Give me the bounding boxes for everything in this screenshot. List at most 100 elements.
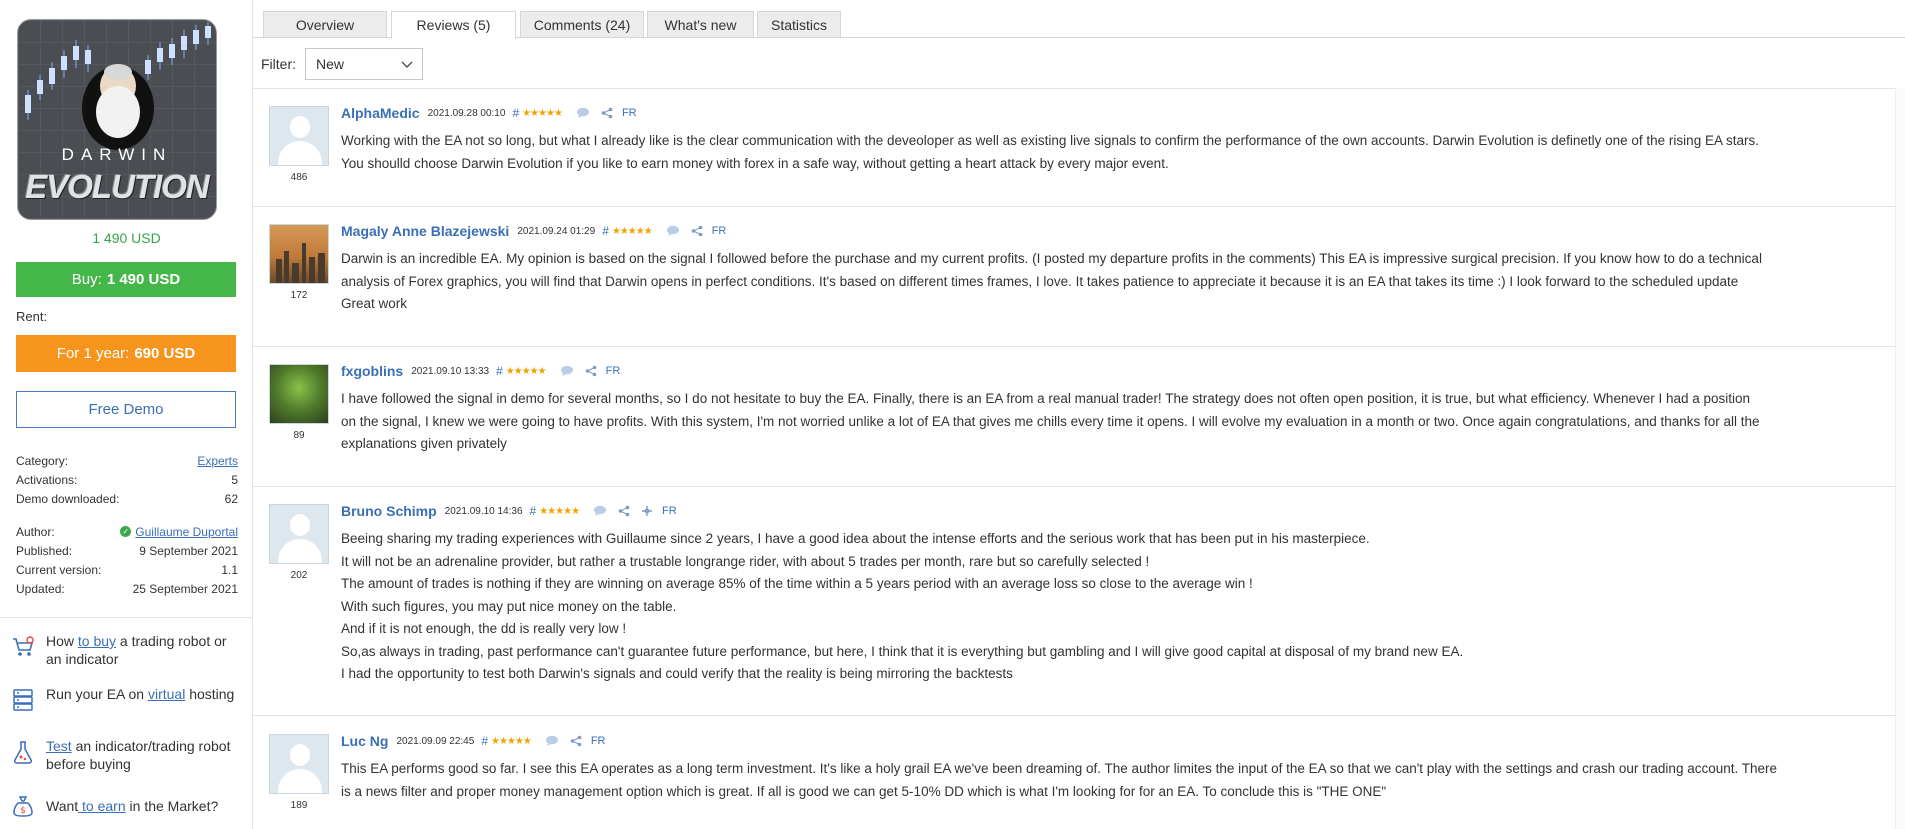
- review-text: Beeing sharing my trading experiences wi…: [341, 528, 1895, 686]
- reviewer-name[interactable]: fxgoblins: [341, 363, 403, 379]
- translate-fr-link[interactable]: FR: [606, 365, 621, 377]
- avatar[interactable]: [269, 224, 329, 284]
- expand-icon[interactable]: [641, 505, 653, 517]
- review-header: Bruno Schimp 2021.09.10 14:36 # ★★★★★ FR: [341, 503, 677, 519]
- review-line: explanations given privately: [341, 436, 507, 451]
- review-date: 2021.09.28 00:10: [427, 107, 506, 119]
- reviewer-name[interactable]: AlphaMedic: [341, 105, 420, 121]
- promo-virtual-hosting: Run your EA on virtual hosting: [10, 685, 245, 713]
- promo-text-4: Want to earn in the Market?: [46, 797, 218, 819]
- tab-statistics[interactable]: Statistics: [757, 11, 841, 38]
- review-line: And if it is not enough, the dd is reall…: [341, 621, 627, 636]
- promo-test: Test an indicator/trading robot before b…: [10, 737, 245, 773]
- free-demo-button[interactable]: Free Demo: [16, 391, 236, 428]
- review-permalink[interactable]: #: [496, 364, 503, 378]
- rent-period: For 1 year:: [56, 345, 130, 362]
- product-sidebar: DARWIN EVOLUTION 1 490 USD Buy: 1 490 US…: [0, 0, 253, 829]
- review-permalink[interactable]: #: [512, 106, 519, 120]
- promo-text-2: Run your EA on virtual hosting: [46, 685, 234, 713]
- review-line: So,as always in trading, past performanc…: [341, 643, 1464, 659]
- author-label: Author:: [16, 524, 55, 539]
- info-row-activations: Activations: 5: [16, 470, 238, 489]
- author-value: ✓ Guillaume Duportal: [120, 525, 238, 539]
- avatar[interactable]: [269, 504, 329, 564]
- translate-fr-link[interactable]: FR: [591, 735, 606, 747]
- user-rating: 189: [290, 800, 308, 811]
- promo-4-post: in the Market?: [125, 798, 219, 814]
- reply-icon[interactable]: [576, 107, 590, 119]
- product-info-list: Category: Experts Activations: 5 Demo do…: [16, 451, 238, 508]
- reply-icon[interactable]: [593, 505, 607, 517]
- server-icon: [10, 687, 36, 713]
- product-price: 1 490 USD: [92, 230, 161, 246]
- version-label: Current version:: [16, 562, 102, 577]
- published-value: 9 September 2021: [139, 543, 238, 558]
- tab-overview[interactable]: Overview: [263, 11, 387, 38]
- category-link[interactable]: Experts: [197, 454, 238, 468]
- tab-bar: Overview Reviews (5) Comments (24) What'…: [253, 0, 1905, 39]
- share-icon[interactable]: [618, 505, 630, 517]
- review-permalink[interactable]: #: [481, 734, 488, 748]
- buy-button[interactable]: Buy: 1 490 USD: [16, 262, 236, 297]
- review-line: Working with the EA not so long, but wha…: [341, 133, 1759, 148]
- reply-icon[interactable]: [545, 735, 559, 747]
- review-line: Beeing sharing my trading experiences wi…: [341, 531, 1370, 546]
- activations-label: Activations:: [16, 472, 78, 487]
- earn-link[interactable]: to earn: [78, 798, 126, 814]
- review-text: I have followed the signal in demo for s…: [341, 388, 1895, 456]
- avatar[interactable]: [269, 106, 329, 166]
- filter-select[interactable]: New: [305, 48, 423, 80]
- share-icon[interactable]: [585, 365, 597, 377]
- translate-fr-link[interactable]: FR: [622, 107, 637, 119]
- review-date: 2021.09.10 13:33: [411, 365, 490, 377]
- product-meta-list: Author: ✓ Guillaume Duportal Published: …: [16, 522, 238, 598]
- chevron-down-icon: [401, 56, 413, 72]
- review-header: AlphaMedic 2021.09.28 00:10 # ★★★★★ FR: [341, 105, 637, 121]
- info-row-demo-downloaded: Demo downloaded: 62: [16, 489, 238, 508]
- review-line: Great work: [341, 296, 408, 311]
- tab-reviews[interactable]: Reviews (5): [391, 11, 516, 39]
- star-rating: ★★★★★: [505, 365, 547, 377]
- translate-fr-link[interactable]: FR: [662, 505, 677, 517]
- review-line: It will not be an adrenaline provider, b…: [341, 553, 1150, 569]
- share-icon[interactable]: [570, 735, 582, 747]
- avatar[interactable]: [269, 364, 329, 424]
- review-divider: [253, 715, 1895, 716]
- info-row-author: Author: ✓ Guillaume Duportal: [16, 522, 238, 541]
- share-icon[interactable]: [691, 225, 703, 237]
- review-permalink[interactable]: #: [530, 504, 537, 518]
- rent-button[interactable]: For 1 year: 690 USD: [16, 335, 236, 372]
- reviewer-name[interactable]: Magaly Anne Blazejewski: [341, 223, 509, 239]
- tab-whats-new[interactable]: What's new: [647, 11, 754, 38]
- demo-downloaded-label: Demo downloaded:: [16, 491, 120, 506]
- share-icon[interactable]: [601, 107, 613, 119]
- review-line: This EA performs good so far. I see this…: [341, 761, 1778, 776]
- author-link[interactable]: Guillaume Duportal: [135, 525, 238, 539]
- virtual-hosting-link[interactable]: virtual: [148, 686, 185, 702]
- reviewer-name[interactable]: Luc Ng: [341, 733, 388, 749]
- reviewer-name[interactable]: Bruno Schimp: [341, 503, 437, 519]
- published-label: Published:: [16, 543, 73, 558]
- review-date: 2021.09.09 22:45: [396, 735, 475, 747]
- review-line: I had the opportunity to test both Darwi…: [341, 666, 1013, 681]
- reply-icon[interactable]: [666, 225, 680, 237]
- promo-text-1: How to buy a trading robot or an indicat…: [46, 632, 245, 668]
- review-permalink[interactable]: #: [602, 224, 609, 238]
- rent-label: Rent:: [16, 309, 48, 324]
- review-date: 2021.09.10 14:36: [444, 505, 523, 517]
- review-divider: [253, 486, 1895, 487]
- page-scrollbar[interactable]: [1895, 88, 1905, 829]
- reply-icon[interactable]: [560, 365, 574, 377]
- review-line: on the signal, I knew we were going to h…: [341, 413, 1760, 429]
- test-link[interactable]: Test: [46, 738, 72, 754]
- how-to-buy-link[interactable]: to buy: [78, 633, 116, 649]
- filter-selected-value: New: [316, 56, 345, 72]
- avatar[interactable]: [269, 734, 329, 794]
- tab-comments[interactable]: Comments (24): [520, 11, 644, 38]
- review-header: fxgoblins 2021.09.10 13:33 # ★★★★★ FR: [341, 363, 620, 379]
- star-rating: ★★★★★: [611, 225, 653, 237]
- translate-fr-link[interactable]: FR: [712, 225, 727, 237]
- updated-value: 25 September 2021: [132, 581, 238, 596]
- cart-icon: [10, 634, 36, 660]
- verified-shield-icon: ✓: [120, 526, 132, 537]
